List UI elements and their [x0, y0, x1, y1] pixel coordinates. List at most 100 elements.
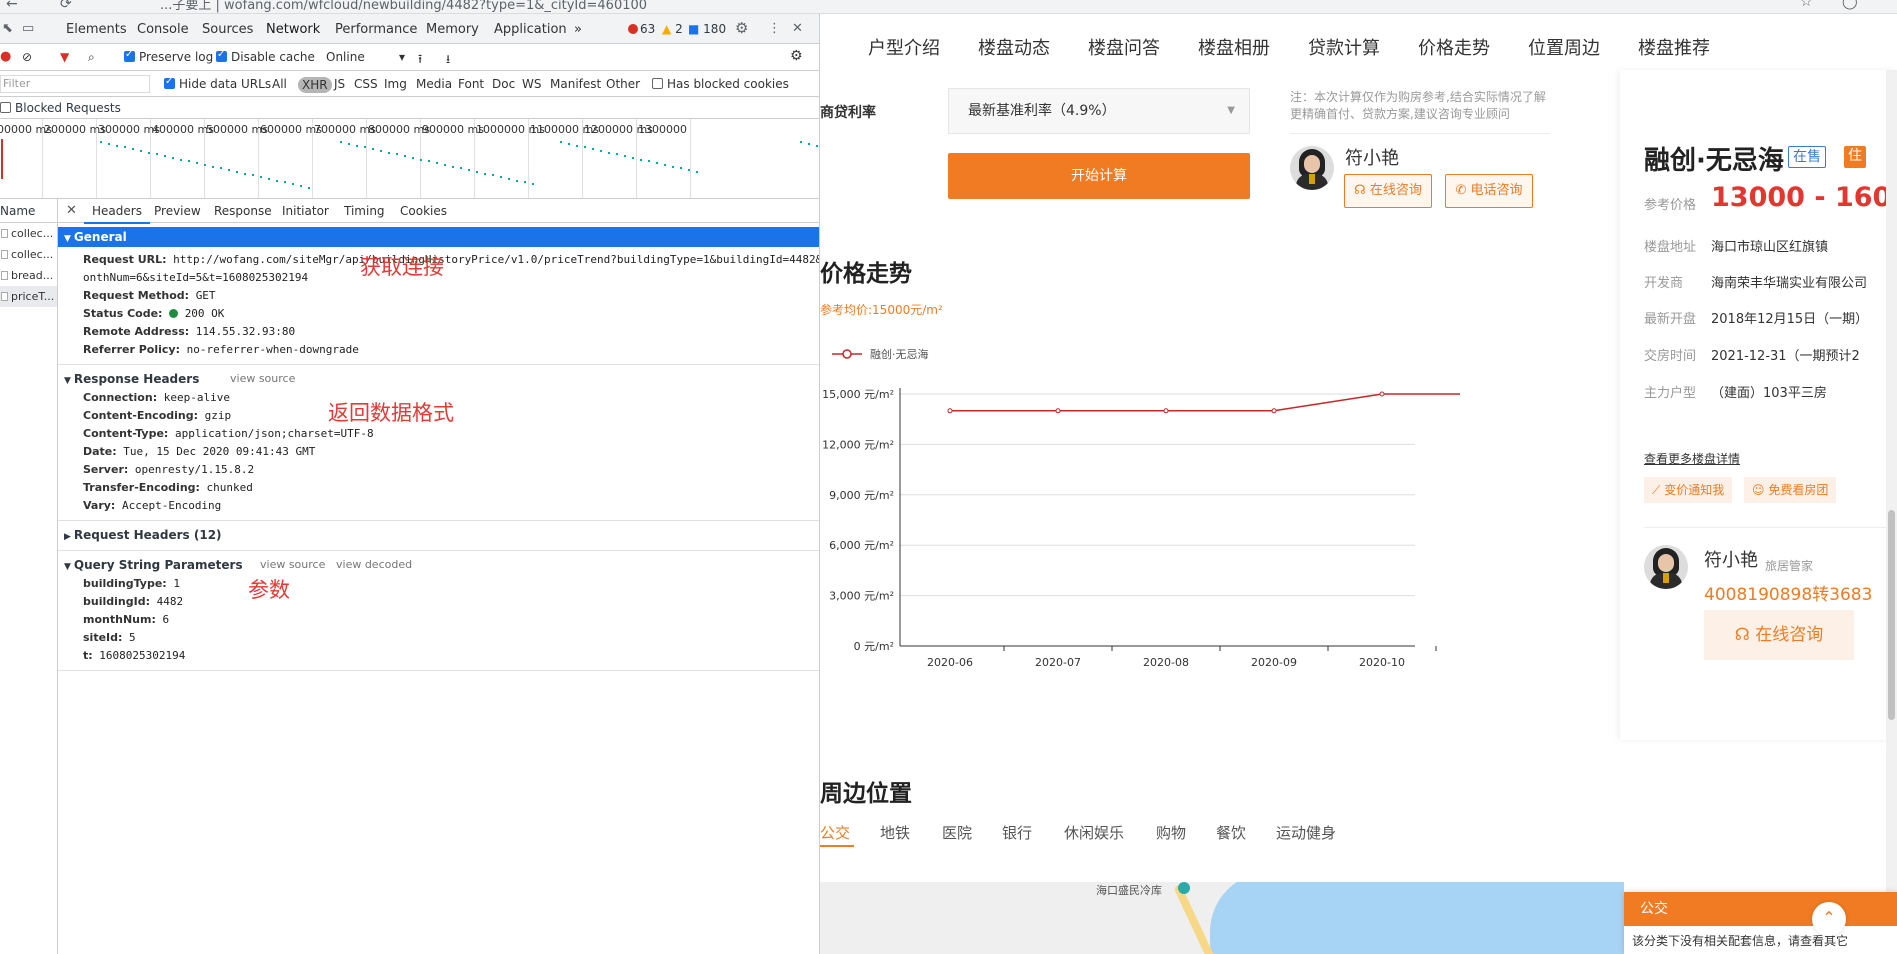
tab-preview[interactable]: Preview [154, 204, 201, 218]
device-toolbar-icon[interactable]: ▭ [22, 21, 34, 36]
profile-icon[interactable]: ◯ [1842, 0, 1858, 10]
search-icon[interactable]: ⌕ [88, 50, 95, 65]
request-headers-section-header[interactable]: ▶ Request Headers (12) [58, 525, 819, 545]
nav-loan-calculator[interactable]: 贷款计算 [1308, 34, 1380, 60]
type-filter-media[interactable]: Media [416, 77, 452, 91]
has-blocked-cookies-checkbox[interactable]: Has blocked cookies [652, 77, 789, 91]
more-details-link[interactable]: 查看更多楼盘详情 [1644, 450, 1740, 467]
network-settings-gear-icon[interactable]: ⚙ [790, 48, 803, 64]
settings-gear-icon[interactable]: ⚙ [735, 19, 748, 37]
online-consult-button[interactable]: ☊ 在线咨询 [1344, 174, 1432, 208]
request-row[interactable]: bread... [0, 265, 57, 286]
warning-count-badge[interactable]: ▲ 2 [662, 22, 683, 36]
agent-avatar[interactable] [1290, 146, 1334, 190]
type-filter-xhr[interactable]: XHR [298, 77, 332, 93]
export-har-icon[interactable]: ⭳ [446, 50, 450, 71]
nav-album[interactable]: 楼盘相册 [1198, 34, 1270, 60]
poi-tab-bank[interactable]: 银行 [1002, 822, 1032, 843]
tab-initiator[interactable]: Initiator [282, 204, 329, 218]
tab-application[interactable]: Application [494, 22, 567, 37]
scrollbar-thumb[interactable] [1888, 510, 1895, 720]
poi-tab-leisure[interactable]: 休闲娱乐 [1064, 822, 1124, 843]
import-har-icon[interactable]: ⭱ [418, 50, 422, 71]
tab-cookies[interactable]: Cookies [400, 204, 447, 218]
tab-timing[interactable]: Timing [344, 204, 385, 218]
map-view[interactable]: 海口盛民冷库 [820, 882, 1624, 954]
collapse-up-icon[interactable]: ⌃ [1812, 902, 1846, 936]
poi-tab-bus[interactable]: 公交 [820, 822, 850, 843]
poi-tab-hospital[interactable]: 医院 [942, 822, 972, 843]
nav-qa[interactable]: 楼盘问答 [1088, 34, 1160, 60]
start-calculation-button[interactable]: 开始计算 [948, 153, 1250, 199]
type-filter-doc[interactable]: Doc [492, 77, 515, 91]
inspect-element-icon[interactable]: ⬉ [2, 21, 13, 36]
agent-phone[interactable]: 4008190898转3683 [1704, 580, 1872, 605]
tab-network[interactable]: Network [257, 22, 329, 46]
nav-floor-plans[interactable]: 户型介绍 [868, 34, 940, 60]
nav-recommend[interactable]: 楼盘推荐 [1638, 34, 1710, 60]
view-decoded-link[interactable]: view decoded [336, 555, 412, 575]
hide-data-urls-checkbox[interactable]: Hide data URLs [164, 76, 271, 91]
filter-input[interactable]: Filter [0, 75, 150, 93]
price-alert-button[interactable]: ⟋ 变价通知我 [1644, 477, 1733, 503]
more-tabs-button[interactable]: » [574, 22, 582, 37]
back-icon[interactable]: ← [6, 0, 18, 12]
blocked-requests-checkbox[interactable]: Blocked Requests [0, 101, 121, 115]
nav-news[interactable]: 楼盘动态 [978, 34, 1050, 60]
tab-sources[interactable]: Sources [202, 22, 253, 37]
online-consult-button[interactable]: ☊ 在线咨询 [1704, 610, 1854, 660]
nav-surroundings[interactable]: 位置周边 [1528, 34, 1600, 60]
tab-headers[interactable]: Headers [84, 204, 150, 224]
general-section-header[interactable]: ▼ General [58, 227, 819, 247]
type-filter-css[interactable]: CSS [354, 77, 378, 91]
poi-tab-fitness[interactable]: 运动健身 [1276, 822, 1336, 843]
query-params-section-header[interactable]: ▼ Query String Parameters view source view … [58, 555, 819, 575]
poi-tab-metro[interactable]: 地铁 [880, 822, 910, 843]
type-filter-font[interactable]: Font [458, 77, 484, 91]
network-timeline-overview[interactable]: 100000 ms200000 ms300000 ms400000 ms5000… [0, 119, 819, 199]
poi-tab-dining[interactable]: 餐饮 [1216, 822, 1246, 843]
browser-address-bar[interactable]: ← ⟳ ...子要上 | wofang.com/wfcloud/newbuild… [0, 0, 1897, 14]
interest-rate-select[interactable]: 最新基准利率（4.9%） ▼ [948, 88, 1250, 134]
type-filter-all[interactable]: All [272, 77, 287, 91]
phone-consult-button[interactable]: ✆ 电话咨询 [1445, 174, 1533, 208]
type-filter-other[interactable]: Other [606, 77, 640, 91]
clear-icon[interactable]: ⊘ [22, 50, 32, 64]
address-url[interactable]: ...子要上 | wofang.com/wfcloud/newbuilding/… [160, 0, 647, 13]
type-filter-manifest[interactable]: Manifest [550, 77, 601, 91]
tab-response[interactable]: Response [214, 204, 272, 218]
error-count-badge[interactable]: 63 [628, 22, 655, 36]
throttling-select[interactable]: Online ▾ [326, 50, 405, 64]
close-devtools-icon[interactable]: ✕ [792, 21, 803, 36]
bookmark-star-icon[interactable]: ☆ [1800, 0, 1813, 10]
request-row-selected[interactable]: priceT... [0, 286, 57, 307]
reload-icon[interactable]: ⟳ [60, 0, 72, 12]
response-headers-section-header[interactable]: ▼ Response Headers view source [58, 369, 819, 389]
request-row[interactable]: collec... [0, 223, 57, 244]
type-filter-js[interactable]: JS [334, 77, 345, 91]
name-column-header[interactable]: Name [0, 199, 57, 223]
view-source-link[interactable]: view source [260, 555, 325, 575]
free-tour-button[interactable]: ☺ 免费看房团 [1744, 477, 1837, 503]
map-pin-icon[interactable] [1178, 882, 1190, 894]
preserve-log-checkbox[interactable]: Preserve log [124, 49, 213, 64]
tab-elements[interactable]: Elements [66, 22, 127, 37]
request-url-value-cont[interactable]: onthNum=6&siteId=5&t=1608025302194 [83, 271, 308, 284]
tab-memory[interactable]: Memory [426, 22, 479, 37]
type-filter-img[interactable]: Img [384, 77, 407, 91]
request-url-value[interactable]: http://wofang.com/siteMgr/api/buildingHi… [173, 253, 819, 266]
tab-console[interactable]: Console [137, 22, 189, 37]
close-detail-icon[interactable]: ✕ [66, 203, 77, 218]
nav-price-trend[interactable]: 价格走势 [1418, 34, 1490, 60]
kebab-menu-icon[interactable]: ⋮ [768, 21, 781, 36]
type-filter-ws[interactable]: WS [522, 77, 541, 91]
filter-icon[interactable]: ▼ [60, 50, 69, 64]
request-row[interactable]: collec... [0, 244, 57, 265]
message-count-badge[interactable]: ■ 180 [688, 22, 726, 36]
disable-cache-checkbox[interactable]: Disable cache [216, 49, 315, 64]
agent-avatar[interactable] [1644, 545, 1688, 589]
page-scrollbar[interactable] [1886, 70, 1897, 954]
record-icon[interactable]: ● [0, 49, 11, 64]
tab-performance[interactable]: Performance [335, 22, 417, 37]
poi-tab-shopping[interactable]: 购物 [1156, 822, 1186, 843]
